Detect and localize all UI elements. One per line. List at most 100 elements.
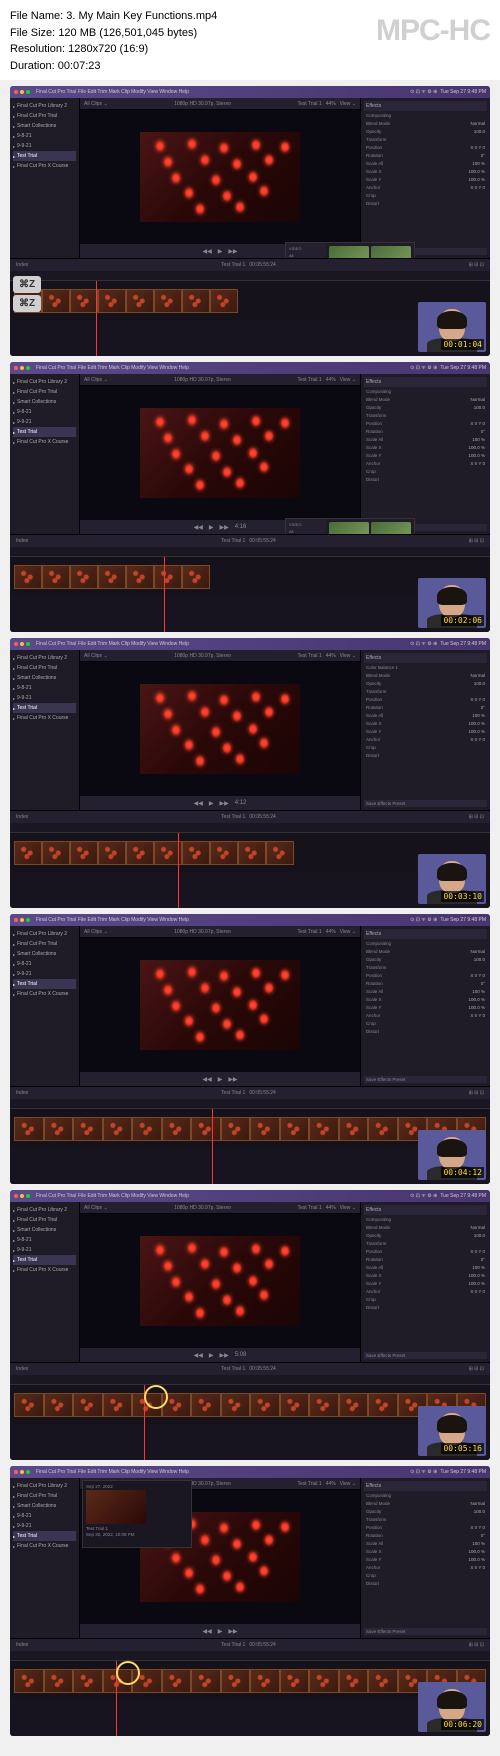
timeline-clip[interactable] [280,1393,310,1417]
maximize-icon[interactable] [26,1470,30,1474]
menu-item[interactable]: Mark [109,1469,120,1475]
menu-item[interactable]: Clip [121,89,130,95]
menu-item[interactable]: Edit [87,365,96,371]
timeline-clip[interactable] [221,1669,251,1693]
menu-item[interactable]: Modify [131,1193,146,1199]
timeline-clip[interactable] [368,1669,398,1693]
sidebar-item[interactable]: 9-9-21 [13,141,76,151]
menu-item[interactable]: View [147,89,158,95]
sidebar-item[interactable]: Final Cut Pro Library 2 [13,101,76,111]
timeline-clip[interactable] [191,1393,221,1417]
timeline-ruler[interactable] [10,1099,490,1109]
minimize-icon[interactable] [20,918,24,922]
timeline-clip[interactable] [126,841,154,865]
timeline-clip[interactable] [182,841,210,865]
sidebar-item[interactable]: Final Cut Pro Trial [13,1491,76,1501]
menu-item[interactable]: Window [159,917,177,923]
menu-item[interactable]: Edit [87,1469,96,1475]
timeline-clip[interactable] [44,1393,74,1417]
playhead[interactable] [178,833,179,908]
timeline-clip[interactable] [103,1117,133,1141]
timeline-ruler[interactable] [10,823,490,833]
next-button[interactable]: ▶▶ [219,524,228,531]
maximize-icon[interactable] [26,366,30,370]
menu-item[interactable]: Trim [97,641,107,647]
timeline-tools[interactable]: ⊞ ⊟ ⊡ [469,1090,484,1096]
timeline-clip[interactable] [191,1117,221,1141]
effect-category[interactable]: VIDEO [288,245,324,252]
timeline-clip[interactable] [73,1393,103,1417]
timeline-clip[interactable] [44,1117,74,1141]
menu-item[interactable]: Help [179,1469,189,1475]
menu-item[interactable]: Modify [131,917,146,923]
timeline-clip[interactable] [70,289,98,313]
menu-item[interactable]: Trim [97,917,107,923]
menu-item[interactable]: Help [179,1193,189,1199]
sidebar-item[interactable]: Final Cut Pro Trial [13,111,76,121]
menu-item[interactable]: Modify [131,641,146,647]
prev-button[interactable]: ◀◀ [194,800,203,807]
sidebar-item[interactable]: Final Cut Pro X Course [13,1265,76,1275]
menu-item[interactable]: Edit [87,1193,96,1199]
zoom-level[interactable]: 44% [326,1205,336,1211]
window-controls[interactable] [14,1194,30,1198]
sidebar-item[interactable]: Test Trial [13,1531,76,1541]
menu-item[interactable]: Help [179,365,189,371]
system-icons[interactable]: ⊙ ⊡ ᯤ ⚙ ⊕ [410,641,437,647]
menu-item[interactable]: Window [159,89,177,95]
sidebar-item[interactable]: Final Cut Pro X Course [13,437,76,447]
index-button[interactable]: Index [16,262,28,268]
system-icons[interactable]: ⊙ ⊡ ᯤ ⚙ ⊕ [410,89,437,95]
timeline-clip[interactable] [14,1393,44,1417]
menu-item[interactable]: Trim [97,89,107,95]
save-preset-button[interactable]: Save Effects Preset [364,800,487,807]
close-icon[interactable] [14,90,18,94]
system-icons[interactable]: ⊙ ⊡ ᯤ ⚙ ⊕ [410,365,437,371]
system-icons[interactable]: ⊙ ⊡ ᯤ ⚙ ⊕ [410,1193,437,1199]
menu-item[interactable]: Window [159,365,177,371]
play-button[interactable]: ▶ [209,1352,214,1359]
viewer-main[interactable] [80,938,360,1072]
menu-item[interactable]: Help [179,917,189,923]
window-controls[interactable] [14,90,30,94]
timeline-ruler[interactable] [10,1375,490,1385]
sidebar-item[interactable]: Test Trial [13,427,76,437]
window-controls[interactable] [14,642,30,646]
sidebar-item[interactable]: Final Cut Pro X Course [13,713,76,723]
menu-item[interactable]: View [147,641,158,647]
timeline-clip[interactable] [14,565,42,589]
timeline-tools[interactable]: ⊞ ⊟ ⊡ [469,1366,484,1372]
sidebar-item[interactable]: 9-8-21 [13,407,76,417]
playhead[interactable] [96,281,97,356]
view-dropdown[interactable]: View ⌄ [340,1481,356,1487]
menu-item[interactable]: Trim [97,1193,107,1199]
timeline-clip[interactable] [309,1669,339,1693]
index-button[interactable]: Index [16,814,28,820]
play-button[interactable]: ▶ [218,248,223,255]
menu-item[interactable]: View [147,917,158,923]
zoom-level[interactable]: 44% [326,653,336,659]
timeline-clip[interactable] [339,1393,369,1417]
close-icon[interactable] [14,1194,18,1198]
menu-item[interactable]: Edit [87,641,96,647]
play-button[interactable]: ▶ [209,524,214,531]
menu-item[interactable]: Mark [109,365,120,371]
index-button[interactable]: Index [16,538,28,544]
sidebar-item[interactable]: Final Cut Pro Trial [13,939,76,949]
timeline-clip[interactable] [280,1669,310,1693]
sidebar-item[interactable]: 9-8-21 [13,131,76,141]
close-icon[interactable] [14,366,18,370]
timeline-clip[interactable] [162,1669,192,1693]
index-button[interactable]: Index [16,1090,28,1096]
viewer-main[interactable] [80,386,360,520]
menu-item[interactable]: Modify [131,89,146,95]
menu-item[interactable]: Window [159,1193,177,1199]
next-button[interactable]: ▶▶ [228,1076,237,1083]
timeline-clip[interactable] [14,1669,44,1693]
timeline-clip[interactable] [221,1117,251,1141]
menu-item[interactable]: Modify [131,1469,146,1475]
timeline-clip[interactable] [250,1393,280,1417]
timeline-clip[interactable] [339,1669,369,1693]
timeline-clip[interactable] [210,841,238,865]
timeline-clip[interactable] [309,1117,339,1141]
